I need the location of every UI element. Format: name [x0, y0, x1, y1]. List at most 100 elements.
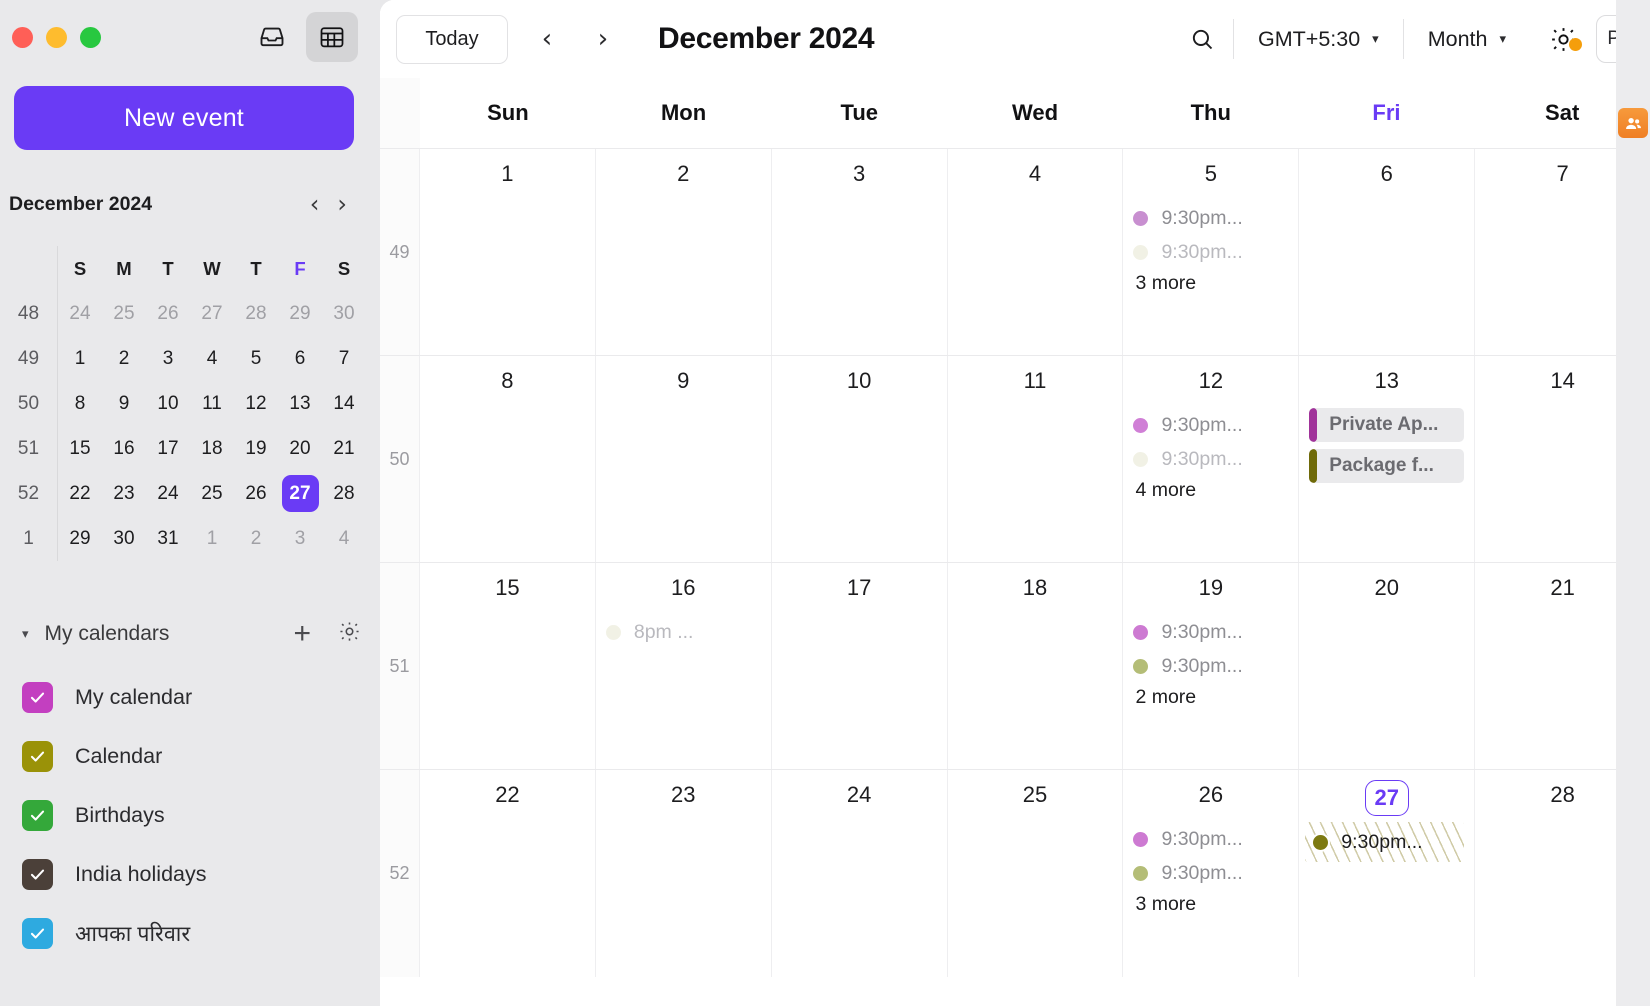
mini-week-number[interactable]: 49	[0, 336, 58, 381]
week-number[interactable]: 51	[380, 563, 420, 769]
mini-day-cell[interactable]: 11	[190, 393, 234, 415]
mini-day-cell[interactable]: 16	[102, 438, 146, 460]
mini-day-cell[interactable]: 5	[234, 348, 278, 370]
day-cell[interactable]: 23	[596, 770, 772, 977]
day-cell[interactable]: 24	[772, 770, 948, 977]
mini-day-cell[interactable]: 27	[278, 475, 322, 512]
close-window-button[interactable]	[12, 27, 33, 48]
mini-week-number[interactable]: 48	[0, 291, 58, 336]
mini-day-cell[interactable]: 2	[234, 528, 278, 550]
day-cell[interactable]: 19 9:30pm... 9:30pm... 2 more	[1123, 563, 1300, 769]
inbox-icon[interactable]	[246, 12, 298, 62]
mini-day-cell[interactable]: 7	[322, 348, 366, 370]
calendar-checkbox[interactable]	[22, 682, 53, 713]
day-cell[interactable]: 15	[420, 563, 596, 769]
mini-day-cell[interactable]: 29	[278, 303, 322, 325]
event-item[interactable]: 9:30pm...	[1133, 615, 1288, 649]
chevron-down-icon[interactable]: ▾	[22, 627, 29, 642]
mini-week-number[interactable]: 52	[0, 471, 58, 516]
calendar-checkbox[interactable]	[22, 859, 53, 890]
calendar-grid-icon[interactable]	[306, 12, 358, 62]
day-cell[interactable]: 9	[596, 356, 772, 562]
day-cell[interactable]: 3	[772, 149, 948, 355]
timezone-selector[interactable]: GMT+5:30 ▾	[1234, 27, 1403, 52]
mini-week-number[interactable]: 51	[0, 426, 58, 471]
new-event-button[interactable]: New event	[14, 86, 354, 150]
mini-day-cell[interactable]: 9	[102, 393, 146, 415]
day-cell[interactable]: 10	[772, 356, 948, 562]
more-events-link[interactable]: 3 more	[1133, 269, 1288, 295]
mini-day-cell[interactable]: 28	[234, 303, 278, 325]
calendar-list-item[interactable]: आपका परिवार	[22, 904, 367, 963]
day-cell[interactable]: 8	[420, 356, 596, 562]
event-item[interactable]: 9:30pm...	[1133, 201, 1288, 235]
event-tentative[interactable]: 9:30pm...	[1305, 822, 1465, 862]
view-selector[interactable]: Month ▾	[1404, 27, 1530, 52]
minimize-window-button[interactable]	[46, 27, 67, 48]
mini-day-cell[interactable]: 4	[322, 528, 366, 550]
more-events-link[interactable]: 2 more	[1133, 683, 1288, 709]
day-cell[interactable]: 4	[948, 149, 1124, 355]
event-chip[interactable]: Package f...	[1309, 449, 1465, 483]
event-chip[interactable]: Private Ap...	[1309, 408, 1465, 442]
day-cell[interactable]: 6	[1299, 149, 1476, 355]
mini-day-cell[interactable]: 27	[190, 303, 234, 325]
day-cell[interactable]: 27 9:30pm...	[1299, 770, 1476, 977]
calendar-checkbox[interactable]	[22, 800, 53, 831]
mini-day-cell[interactable]: 6	[278, 348, 322, 370]
more-events-link[interactable]: 4 more	[1133, 476, 1288, 502]
calendar-checkbox[interactable]	[22, 741, 53, 772]
day-cell[interactable]: 12 9:30pm... 9:30pm... 4 more	[1123, 356, 1300, 562]
mini-day-cell[interactable]: 15	[58, 438, 102, 460]
mini-day-cell[interactable]: 3	[146, 348, 190, 370]
mini-day-cell[interactable]: 3	[278, 528, 322, 550]
more-events-link[interactable]: 3 more	[1133, 890, 1288, 916]
today-button[interactable]: Today	[396, 14, 508, 64]
event-item[interactable]: 9:30pm...	[1133, 822, 1288, 856]
mini-day-cell[interactable]: 17	[146, 438, 190, 460]
mini-day-cell[interactable]: 10	[146, 393, 190, 415]
day-cell[interactable]: 2	[596, 149, 772, 355]
mini-day-cell[interactable]: 4	[190, 348, 234, 370]
event-item[interactable]: 8pm ...	[605, 615, 761, 649]
day-cell[interactable]: 5 9:30pm... 9:30pm... 3 more	[1123, 149, 1300, 355]
day-cell[interactable]: 18	[948, 563, 1124, 769]
calendar-checkbox[interactable]	[22, 918, 53, 949]
mini-day-cell[interactable]: 22	[58, 483, 102, 505]
day-cell[interactable]: 16 8pm ...	[596, 563, 772, 769]
event-item[interactable]: 9:30pm...	[1133, 856, 1288, 890]
mini-day-cell[interactable]: 26	[146, 303, 190, 325]
mini-day-cell[interactable]: 1	[190, 528, 234, 550]
contacts-icon[interactable]	[1618, 108, 1648, 138]
calendar-list-item[interactable]: Birthdays	[22, 786, 367, 845]
week-number[interactable]: 50	[380, 356, 420, 562]
mini-day-cell[interactable]: 21	[322, 438, 366, 460]
week-number[interactable]: 49	[380, 149, 420, 355]
day-cell[interactable]: 1	[420, 149, 596, 355]
calendar-list-item[interactable]: India holidays	[22, 845, 367, 904]
mini-day-cell[interactable]: 14	[322, 393, 366, 415]
mini-day-cell[interactable]: 12	[234, 393, 278, 415]
calendar-list-item[interactable]: Calendar	[22, 727, 367, 786]
day-cell[interactable]: 25	[948, 770, 1124, 977]
mini-day-cell[interactable]: 13	[278, 393, 322, 415]
mini-day-cell[interactable]: 20	[278, 438, 322, 460]
mini-prev-month-button[interactable]: ‹	[310, 192, 320, 216]
mini-day-cell[interactable]: 31	[146, 528, 190, 550]
mini-day-cell[interactable]: 30	[322, 303, 366, 325]
search-icon[interactable]	[1171, 26, 1233, 53]
mini-day-cell[interactable]: 29	[58, 528, 102, 550]
next-month-button[interactable]: ›	[582, 18, 624, 60]
day-cell[interactable]: 22	[420, 770, 596, 977]
mini-day-cell[interactable]: 18	[190, 438, 234, 460]
event-item[interactable]: 9:30pm...	[1133, 649, 1288, 683]
day-cell[interactable]: 20	[1299, 563, 1476, 769]
day-cell[interactable]: 26 9:30pm... 9:30pm... 3 more	[1123, 770, 1300, 977]
event-item[interactable]: 9:30pm...	[1133, 408, 1288, 442]
week-number[interactable]: 52	[380, 770, 420, 977]
mini-day-cell[interactable]: 25	[190, 483, 234, 505]
mini-next-month-button[interactable]: ›	[337, 192, 347, 216]
mini-week-number[interactable]: 1	[0, 516, 58, 561]
day-cell[interactable]: 17	[772, 563, 948, 769]
event-item[interactable]: 9:30pm...	[1133, 235, 1288, 269]
